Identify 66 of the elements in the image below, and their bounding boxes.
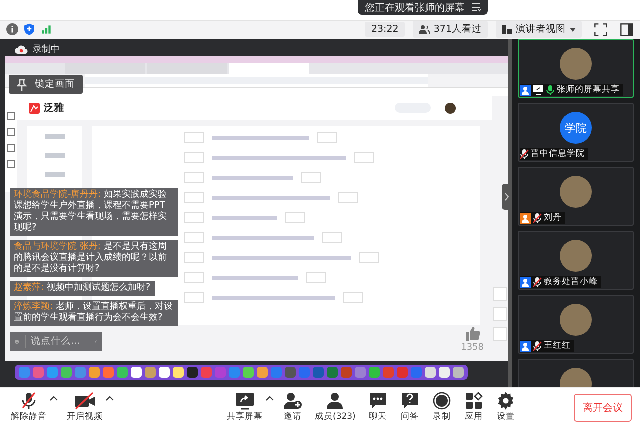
like-count: 1358 [461, 343, 484, 354]
apps-icon [464, 392, 484, 410]
view-mode-dropdown[interactable]: 演讲者视图 [496, 21, 582, 38]
sidebar-toggle-icon[interactable] [620, 22, 634, 37]
video-button[interactable]: 开启视频 [64, 390, 106, 425]
participant-tile[interactable]: 张师的屏幕共享 [518, 39, 634, 98]
mic-button[interactable]: 解除静音 [8, 390, 50, 425]
apps-button[interactable]: 应用 [460, 390, 487, 425]
avatar-photo-placeholder [560, 240, 592, 272]
invite-button[interactable]: 邀请 [280, 390, 306, 425]
viewer-count[interactable]: 371人看过 [412, 21, 488, 38]
caret-icon[interactable] [266, 396, 274, 401]
participant-tile[interactable]: 王红红 [518, 295, 634, 354]
chevron-right-icon [505, 193, 509, 202]
record-icon [432, 392, 452, 410]
lock-screen-button[interactable]: 锁定画面 [9, 75, 83, 94]
meeting-timer: 23:22 [365, 22, 405, 38]
chat-bubble-icon [368, 392, 388, 410]
participant-tile[interactable]: 学院 晋中信息学院 [518, 103, 634, 162]
participant-name: 张师的屏幕共享 [557, 84, 620, 96]
participant-avatar: 学院 [560, 112, 592, 144]
avatar-photo-placeholder [560, 48, 592, 80]
pin-icon [17, 78, 27, 91]
person-icon [325, 392, 346, 410]
people-icon [418, 25, 430, 34]
chat-message: 淬炼李颖: 老师，设置直播权重后，对设置前的学生观看直播行为会不会生效? [10, 300, 178, 326]
expand-panel-handle[interactable] [502, 184, 512, 210]
avatar-photo-placeholder [560, 176, 592, 208]
list-icon[interactable] [471, 3, 481, 12]
record-button[interactable]: 录制 [428, 390, 455, 425]
participant-tile[interactable]: 教务处晋小峰 [518, 231, 634, 290]
logo-icon [29, 102, 40, 114]
qa-button[interactable]: 问答 [396, 390, 423, 425]
settings-button[interactable]: 设置 [492, 390, 519, 425]
participant-name: 教务处晋小峰 [544, 276, 598, 288]
caret-icon[interactable] [50, 396, 58, 401]
cloud-icon [15, 45, 28, 54]
app-name: 泛雅 [44, 102, 64, 116]
members-button[interactable]: 成员(323) [312, 390, 359, 425]
info-icon[interactable] [6, 23, 19, 36]
question-bubble-icon [400, 392, 420, 410]
share-button[interactable]: 共享屏幕 [224, 390, 266, 425]
participant-tile[interactable] [518, 359, 634, 388]
layout-icon [502, 25, 512, 34]
fullscreen-icon[interactable] [594, 22, 608, 37]
caret-icon[interactable] [106, 396, 114, 401]
participant-name: 刘丹 [544, 212, 562, 224]
settings-icon [496, 392, 516, 410]
leave-meeting-button[interactable]: 离开会议 [574, 394, 632, 422]
chat-button[interactable]: 聊天 [364, 390, 391, 425]
chat-message: 环境食品学院-唐丹丹: 如果实践成实验课想给学生户外直播，课程不需要PPT演示，只需要学生看现场，需要怎样实现呢? [10, 188, 178, 236]
recording-indicator: 录制中 [5, 43, 60, 56]
caret-icon [570, 28, 576, 32]
chat-message: 食品与环境学院 张丹: 是不是只有这周的腾讯会议直播是计入成绩的呢？以前的是不是没有计算呀? [10, 240, 178, 278]
thumbs-up-icon[interactable] [464, 326, 481, 342]
participant-name: 晋中信息学院 [531, 148, 585, 160]
screen-share-icon [235, 392, 255, 410]
participant-tile[interactable]: 刘丹 [518, 167, 634, 226]
toast-text: 您正在观看张师的屏幕 [365, 2, 465, 14]
add-person-icon [283, 392, 303, 410]
avatar-placeholder [445, 102, 456, 114]
shield-icon[interactable] [23, 23, 36, 36]
participant-name: 王红红 [544, 340, 571, 352]
chat-message: 赵素萍: 视频中加测试题怎么加呀? [10, 281, 155, 296]
avatar-photo-placeholder [560, 304, 592, 336]
signal-icon[interactable] [40, 23, 53, 36]
